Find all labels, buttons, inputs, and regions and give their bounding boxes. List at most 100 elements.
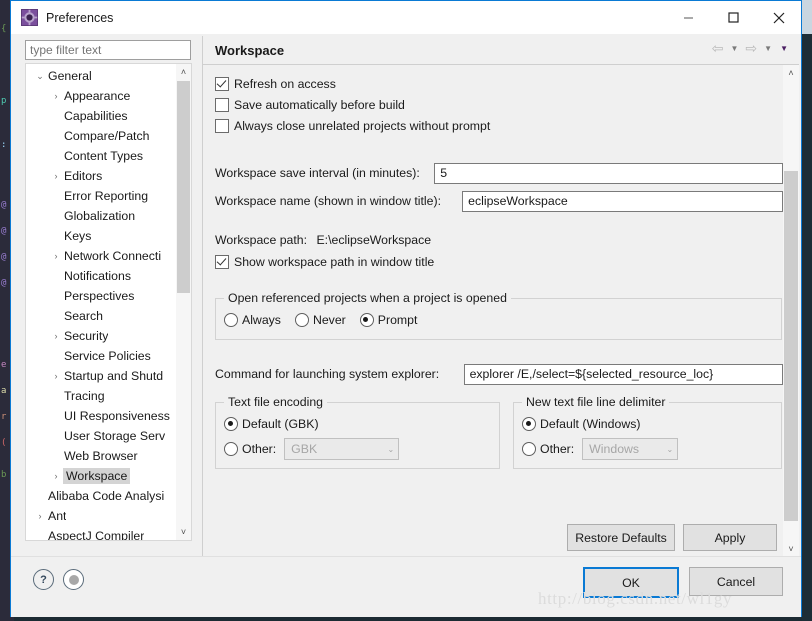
info-circle-icon[interactable] (63, 569, 84, 590)
content-scrollbar-thumb[interactable] (784, 171, 798, 521)
content-scroll-up-button[interactable]: ˄ (783, 65, 799, 81)
save-automatically-checkbox[interactable] (215, 97, 229, 112)
bg-code-fragment: @ (1, 278, 7, 288)
forward-dropdown-icon[interactable]: ▼ (761, 44, 775, 53)
tree-item-label: Editors (64, 169, 103, 183)
show-workspace-path-checkbox[interactable] (215, 254, 229, 269)
tree-item-service-policies[interactable]: Service Policies (26, 346, 178, 366)
tree-item-notifications[interactable]: Notifications (26, 266, 178, 286)
encoding-default-radio[interactable] (224, 417, 238, 431)
tree-item-label: AspectJ Compiler (48, 529, 145, 541)
never-label: Never (312, 313, 346, 327)
checkbox-row-save-automatically[interactable]: Save automatically before build (215, 94, 783, 115)
preferences-tree[interactable]: ⌄ General › Appearance Capabilities Compare/P… (25, 63, 192, 541)
tree-item-label: Startup and Shutd (64, 369, 164, 383)
tree-item-label: Workspace (63, 468, 131, 484)
encoding-other-row[interactable]: Other: GBK ⌄ (224, 438, 491, 460)
workspace-name-input[interactable] (462, 190, 783, 212)
close-unrelated-checkbox[interactable] (215, 118, 229, 133)
tree-item-content-types[interactable]: Content Types (26, 146, 178, 166)
workspace-settings-form: Refresh on access Save automatically bef… (203, 65, 783, 469)
content-scroll-down-button[interactable]: ˅ (783, 541, 799, 557)
chevron-right-icon[interactable]: › (32, 511, 48, 521)
tree-item-editors[interactable]: › Editors (26, 166, 178, 186)
tree-item-label: General (48, 69, 92, 83)
tree-item-security[interactable]: › Security (26, 326, 178, 346)
checkbox-row-close-unrelated[interactable]: Always close unrelated projects without … (215, 115, 783, 136)
tree-item-keys[interactable]: Keys (26, 226, 178, 246)
minimize-button[interactable] (666, 1, 711, 34)
filter-input[interactable] (25, 40, 191, 60)
encoding-default-row[interactable]: Default (GBK) (224, 413, 491, 435)
chevron-right-icon[interactable]: › (48, 331, 64, 341)
chevron-down-icon[interactable]: ⌄ (32, 71, 48, 82)
delimiter-default-radio[interactable] (522, 417, 536, 431)
tree-item-perspectives[interactable]: Perspectives (26, 286, 178, 306)
bg-code-fragment: p (1, 96, 7, 106)
delimiter-default-row[interactable]: Default (Windows) (522, 413, 773, 435)
background-toolbar-right (802, 0, 812, 34)
tree-scroll-up-button[interactable]: ˄ (176, 64, 191, 80)
tree-item-capabilities[interactable]: Capabilities (26, 106, 178, 126)
tree-item-general[interactable]: ⌄ General (26, 66, 178, 86)
encoding-default-label: Default (GBK) (242, 417, 319, 431)
tree-scrollbar-thumb[interactable] (177, 81, 190, 293)
tree-item-compare-patch[interactable]: Compare/Patch (26, 126, 178, 146)
back-icon[interactable]: ⇦ (710, 40, 726, 57)
prompt-radio[interactable] (359, 313, 374, 327)
tree-item-network-connecti[interactable]: › Network Connecti (26, 246, 178, 266)
tree-item-startup-and-shutd[interactable]: › Startup and Shutd (26, 366, 178, 386)
title-bar: Preferences (11, 1, 801, 34)
content-vertical-scrollbar[interactable]: ˄ ˅ (783, 65, 799, 557)
encoding-combo[interactable]: GBK ⌄ (284, 438, 400, 460)
always-radio[interactable] (224, 313, 238, 327)
workspace-path-value: E:\eclipseWorkspace (316, 233, 432, 247)
delimiter-other-radio[interactable] (522, 442, 536, 456)
restore-defaults-button[interactable]: Restore Defaults (567, 524, 675, 551)
tree-item-appearance[interactable]: › Appearance (26, 86, 178, 106)
checkbox-row-show-workspace-path[interactable]: Show workspace path in window title (215, 251, 783, 272)
never-radio[interactable] (294, 313, 309, 327)
tree-item-error-reporting[interactable]: Error Reporting (26, 186, 178, 206)
tree-item-ant[interactable]: › Ant (26, 506, 178, 526)
tree-item-tracing[interactable]: Tracing (26, 386, 178, 406)
content-scroll-area: Refresh on access Save automatically bef… (203, 65, 783, 557)
help-icon[interactable]: ? (33, 569, 54, 590)
tree-item-label: Ant (48, 509, 67, 523)
tree-item-globalization[interactable]: Globalization (26, 206, 178, 226)
chevron-right-icon[interactable]: › (48, 251, 64, 261)
close-button[interactable] (756, 1, 801, 34)
page-menu-icon[interactable]: ▼ (777, 44, 791, 53)
maximize-button[interactable] (711, 1, 756, 34)
back-dropdown-icon[interactable]: ▼ (728, 44, 742, 53)
chevron-right-icon[interactable]: › (48, 91, 64, 101)
tree-item-search[interactable]: Search (26, 306, 178, 326)
delimiter-combo[interactable]: Windows ⌄ (582, 438, 679, 460)
apply-button[interactable]: Apply (683, 524, 777, 551)
explorer-command-row: Command for launching system explorer: (215, 362, 783, 386)
tree-item-workspace[interactable]: › Workspace (26, 466, 178, 486)
checkbox-row-refresh-on-access[interactable]: Refresh on access (215, 73, 783, 94)
refresh-on-access-checkbox[interactable] (215, 76, 229, 91)
tree-item-user-storage-serv[interactable]: User Storage Serv (26, 426, 178, 446)
tree-vertical-scrollbar[interactable]: ˄ ˅ (176, 64, 191, 540)
delimiter-other-row[interactable]: Other: Windows ⌄ (522, 438, 773, 460)
bg-code-fragment: @ (1, 200, 7, 210)
tree-item-label: Perspectives (64, 289, 135, 303)
tree-item-aspectj-compiler[interactable]: AspectJ Compiler (26, 526, 178, 541)
chevron-right-icon[interactable]: › (48, 471, 64, 481)
save-interval-input[interactable] (434, 162, 783, 184)
tree-item-ui-responsiveness[interactable]: UI Responsiveness (26, 406, 178, 426)
chevron-right-icon[interactable]: › (48, 171, 64, 181)
encoding-other-radio[interactable] (224, 442, 238, 456)
tree-item-label: Tracing (64, 389, 105, 403)
tree-item-web-browser[interactable]: Web Browser (26, 446, 178, 466)
preferences-dialog: Preferences ⌄General›AppearanceCapabilit… (10, 0, 802, 617)
tree-item-alibaba-code-analysi[interactable]: Alibaba Code Analysi (26, 486, 178, 506)
window-title: Preferences (46, 10, 114, 25)
chevron-down-icon: ⌄ (387, 444, 395, 454)
explorer-command-input[interactable] (463, 363, 783, 385)
forward-icon[interactable]: ⇨ (743, 40, 759, 57)
tree-scroll-down-button[interactable]: ˅ (176, 524, 191, 540)
chevron-right-icon[interactable]: › (48, 371, 64, 381)
